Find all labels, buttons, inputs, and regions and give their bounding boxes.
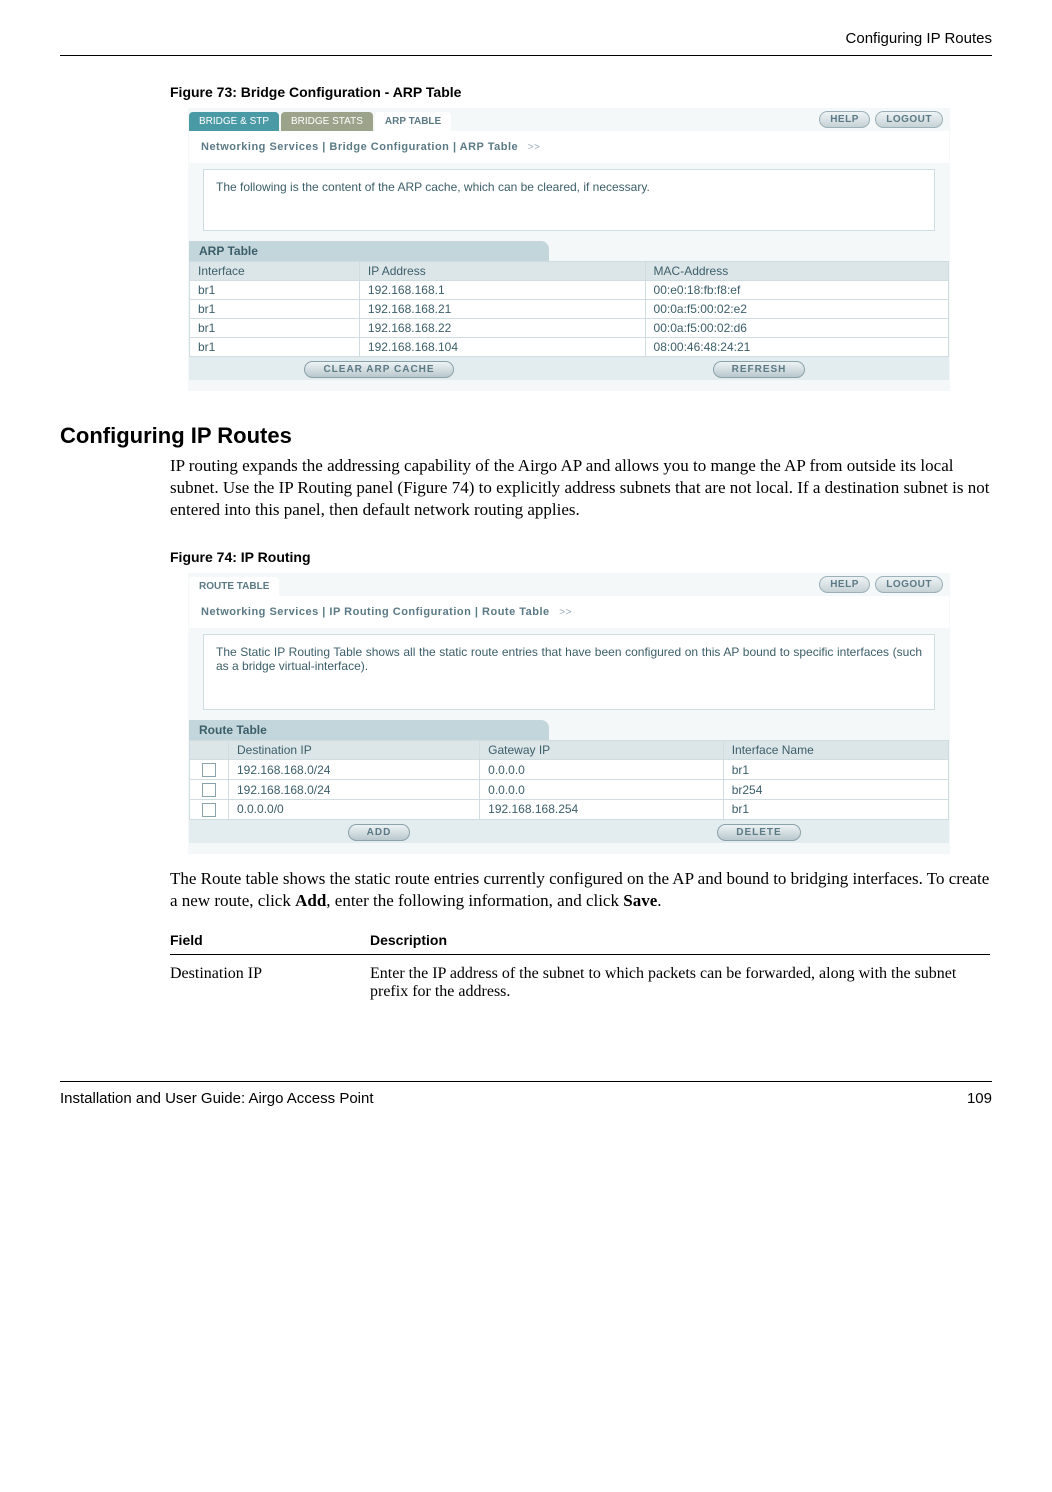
field-header: Field bbox=[170, 926, 370, 955]
figure-73-caption: Figure 73: Bridge Configuration - ARP Ta… bbox=[170, 84, 992, 100]
header-rule bbox=[60, 55, 992, 56]
body-paragraph-2: The Route table shows the static route e… bbox=[170, 868, 990, 912]
route-table-section-header: Route Table bbox=[189, 720, 549, 740]
row-checkbox[interactable] bbox=[202, 763, 216, 777]
col-destination-ip: Destination IP bbox=[229, 741, 480, 760]
page-number: 109 bbox=[967, 1090, 992, 1107]
breadcrumb-arrows-icon: >> bbox=[528, 142, 541, 153]
breadcrumb: Networking Services | Bridge Configurati… bbox=[189, 131, 949, 163]
tab-arp-table[interactable]: ARP TABLE bbox=[375, 112, 451, 131]
arp-table-section-header: ARP Table bbox=[189, 241, 549, 261]
route-table: Destination IP Gateway IP Interface Name… bbox=[189, 740, 949, 819]
figure-74-screenshot: HELP LOGOUT ROUTE TABLE Networking Servi… bbox=[188, 573, 950, 853]
help-button[interactable]: HELP bbox=[819, 576, 870, 593]
clear-arp-cache-button[interactable]: CLEAR ARP CACHE bbox=[304, 361, 453, 378]
button-row: ADD DELETE bbox=[189, 820, 949, 843]
page-header-title: Configuring IP Routes bbox=[60, 30, 992, 55]
tab-bridge-stp[interactable]: BRIDGE & STP bbox=[189, 112, 279, 131]
footer-left: Installation and User Guide: Airgo Acces… bbox=[60, 1090, 374, 1107]
add-button[interactable]: ADD bbox=[348, 824, 411, 841]
help-button[interactable]: HELP bbox=[819, 111, 870, 128]
breadcrumb-text: Networking Services | Bridge Configurati… bbox=[201, 141, 518, 153]
table-row: 192.168.168.0/24 0.0.0.0 br1 bbox=[190, 760, 949, 780]
table-row: 192.168.168.0/24 0.0.0.0 br254 bbox=[190, 780, 949, 800]
section-heading-configuring-ip-routes: Configuring IP Routes bbox=[60, 423, 992, 449]
col-interface-name: Interface Name bbox=[723, 741, 948, 760]
col-ip-address: IP Address bbox=[359, 262, 645, 281]
table-row: br1 192.168.168.1 00:e0:18:fb:f8:ef bbox=[190, 281, 949, 300]
body-paragraph-1: IP routing expands the addressing capabi… bbox=[170, 455, 990, 521]
table-row: 0.0.0.0/0 192.168.168.254 br1 bbox=[190, 799, 949, 819]
col-gateway-ip: Gateway IP bbox=[480, 741, 724, 760]
col-mac-address: MAC-Address bbox=[645, 262, 948, 281]
breadcrumb-text: Networking Services | IP Routing Configu… bbox=[201, 606, 550, 618]
logout-button[interactable]: LOGOUT bbox=[875, 576, 943, 593]
tab-bridge-stats[interactable]: BRIDGE STATS bbox=[281, 112, 373, 131]
breadcrumb-arrows-icon: >> bbox=[559, 607, 572, 618]
description-box: The following is the content of the ARP … bbox=[203, 169, 935, 231]
field-description-table: Field Description Destination IP Enter t… bbox=[170, 926, 990, 1011]
logout-button[interactable]: LOGOUT bbox=[875, 111, 943, 128]
col-interface: Interface bbox=[190, 262, 360, 281]
delete-button[interactable]: DELETE bbox=[717, 824, 800, 841]
row-checkbox[interactable] bbox=[202, 783, 216, 797]
figure-73-screenshot: HELP LOGOUT BRIDGE & STP BRIDGE STATS AR… bbox=[188, 108, 950, 391]
tab-route-table[interactable]: ROUTE TABLE bbox=[189, 577, 279, 596]
table-row: br1 192.168.168.22 00:0a:f5:00:02:d6 bbox=[190, 319, 949, 338]
arp-table: Interface IP Address MAC-Address br1 192… bbox=[189, 261, 949, 357]
field-description: Enter the IP address of the subnet to wh… bbox=[370, 954, 990, 1011]
description-header: Description bbox=[370, 926, 990, 955]
row-checkbox[interactable] bbox=[202, 803, 216, 817]
table-row: br1 192.168.168.21 00:0a:f5:00:02:e2 bbox=[190, 300, 949, 319]
button-row: CLEAR ARP CACHE REFRESH bbox=[189, 357, 949, 380]
figure-74-caption: Figure 74: IP Routing bbox=[170, 549, 992, 565]
col-checkbox bbox=[190, 741, 229, 760]
field-name: Destination IP bbox=[170, 954, 370, 1011]
description-box: The Static IP Routing Table shows all th… bbox=[203, 634, 935, 710]
breadcrumb: Networking Services | IP Routing Configu… bbox=[189, 596, 949, 628]
refresh-button[interactable]: REFRESH bbox=[713, 361, 806, 378]
table-row: br1 192.168.168.104 08:00:46:48:24:21 bbox=[190, 338, 949, 357]
